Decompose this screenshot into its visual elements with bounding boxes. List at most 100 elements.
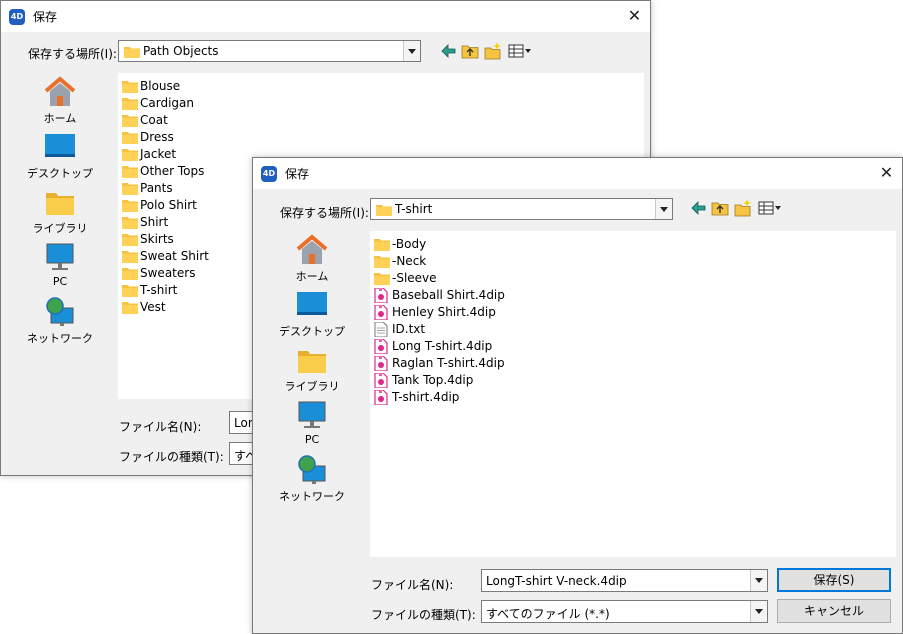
folder-icon bbox=[122, 98, 138, 110]
place-network[interactable]: ネットワーク bbox=[271, 454, 353, 506]
save-dialog-front: 4D 保存 ✕ 保存する場所(I): T-shirt ホーム デスクトップ ライ… bbox=[252, 157, 903, 634]
place-library[interactable]: ライブラリ bbox=[19, 186, 101, 238]
folder-icon bbox=[122, 115, 138, 127]
place-label: ホーム bbox=[43, 112, 77, 125]
folder-icon bbox=[374, 256, 390, 268]
place-label: PC bbox=[52, 275, 68, 288]
4dip-file-icon bbox=[374, 288, 388, 303]
list-item-label: Henley Shirt.4dip bbox=[392, 305, 496, 319]
desktop-icon bbox=[45, 134, 75, 157]
chevron-down-icon[interactable] bbox=[403, 41, 420, 61]
folder-icon bbox=[122, 302, 138, 314]
folder-icon bbox=[122, 217, 138, 229]
list-item-label: Jacket bbox=[140, 147, 177, 161]
folder-icon bbox=[122, 200, 138, 212]
filetype-label: ファイルの種類(T): bbox=[119, 450, 224, 464]
folder-icon bbox=[122, 183, 138, 195]
folder-icon bbox=[122, 132, 138, 144]
filename-field[interactable] bbox=[481, 569, 768, 592]
list-item-label: Shirt bbox=[140, 215, 169, 229]
up-folder-icon[interactable] bbox=[710, 198, 730, 218]
filetype-select[interactable]: すべてのファイル (*.*) bbox=[481, 600, 768, 623]
title-bar[interactable]: 4D 保存 ✕ bbox=[1, 1, 650, 32]
4dip-file-icon bbox=[374, 356, 388, 371]
list-item-label: Pants bbox=[140, 181, 173, 195]
folder-icon bbox=[122, 268, 138, 280]
cancel-button[interactable]: キャンセル bbox=[777, 599, 891, 623]
list-item-label: Tank Top.4dip bbox=[392, 373, 474, 387]
place-desktop[interactable]: デスクトップ bbox=[271, 289, 353, 341]
home-icon bbox=[296, 234, 328, 264]
place-network[interactable]: ネットワーク bbox=[19, 296, 101, 348]
location-combo[interactable]: T-shirt bbox=[370, 198, 673, 220]
place-label: デスクトップ bbox=[279, 325, 345, 338]
toolbar bbox=[439, 41, 539, 61]
folder-icon bbox=[122, 149, 138, 161]
4dip-file-icon bbox=[374, 390, 388, 405]
back-arrow-icon[interactable] bbox=[439, 41, 459, 61]
up-folder-icon[interactable] bbox=[460, 41, 480, 61]
place-label: ホーム bbox=[295, 270, 329, 283]
list-item-label: Long T-shirt.4dip bbox=[392, 339, 493, 353]
list-item-label: -Sleeve bbox=[392, 271, 437, 285]
location-label: 保存する場所(I): bbox=[280, 206, 369, 220]
chevron-down-icon[interactable] bbox=[750, 570, 767, 591]
list-item-label: Baseball Shirt.4dip bbox=[392, 288, 505, 302]
place-pc[interactable]: PC bbox=[271, 399, 353, 451]
pc-icon bbox=[46, 243, 74, 270]
place-home[interactable]: ホーム bbox=[271, 234, 353, 286]
list-item-label: T-shirt bbox=[140, 283, 178, 297]
folder-icon bbox=[122, 234, 138, 246]
window-title: 保存 bbox=[33, 10, 58, 24]
list-item-label: -Body bbox=[392, 237, 427, 251]
folder-icon bbox=[122, 166, 138, 178]
place-label: デスクトップ bbox=[27, 167, 93, 180]
list-item-label: Other Tops bbox=[140, 164, 205, 178]
save-button[interactable]: 保存(S) bbox=[777, 568, 891, 592]
chevron-down-icon[interactable] bbox=[750, 601, 767, 622]
filetype-label: ファイルの種類(T): bbox=[371, 608, 476, 622]
new-folder-icon[interactable] bbox=[483, 41, 503, 61]
list-item-label: Cardigan bbox=[140, 96, 194, 110]
place-library[interactable]: ライブラリ bbox=[271, 344, 353, 396]
filename-label: ファイル名(N): bbox=[119, 420, 202, 434]
list-item-label: Sweaters bbox=[140, 266, 196, 280]
title-bar[interactable]: 4D 保存 ✕ bbox=[253, 158, 902, 189]
4dip-file-icon bbox=[374, 373, 388, 388]
filename-label: ファイル名(N): bbox=[371, 578, 454, 592]
network-icon bbox=[46, 297, 74, 326]
filename-input[interactable] bbox=[482, 570, 749, 591]
list-item-label: Skirts bbox=[140, 232, 174, 246]
list-item-label: Polo Shirt bbox=[140, 198, 197, 212]
place-label: ネットワーク bbox=[279, 490, 345, 503]
folder-icon bbox=[122, 251, 138, 263]
library-icon bbox=[298, 351, 326, 373]
filetype-value: すべてのファイル (*.*) bbox=[486, 607, 610, 621]
list-item-label: Vest bbox=[140, 300, 166, 314]
place-home[interactable]: ホーム bbox=[19, 76, 101, 128]
place-label: ネットワーク bbox=[27, 332, 93, 345]
chevron-down-icon[interactable] bbox=[655, 199, 672, 219]
view-menu-icon[interactable] bbox=[507, 41, 533, 61]
folder-icon bbox=[374, 273, 390, 285]
folder-icon bbox=[122, 81, 138, 93]
back-arrow-icon[interactable] bbox=[689, 198, 709, 218]
library-icon bbox=[46, 193, 74, 215]
view-menu-icon[interactable] bbox=[757, 198, 783, 218]
close-button[interactable]: ✕ bbox=[619, 1, 650, 32]
close-button[interactable]: ✕ bbox=[871, 158, 902, 189]
place-desktop[interactable]: デスクトップ bbox=[19, 131, 101, 183]
file-list[interactable]: -Body -Neck -Sleeve Baseball Shirt.4dip Henl… bbox=[370, 231, 896, 557]
folder-icon bbox=[376, 205, 392, 216]
list-item-label: Coat bbox=[140, 113, 168, 127]
text-file-icon bbox=[374, 322, 388, 337]
location-combo[interactable]: Path Objects bbox=[118, 40, 421, 62]
list-item-label: ID.txt bbox=[392, 322, 426, 336]
new-folder-icon[interactable] bbox=[733, 198, 753, 218]
place-pc[interactable]: PC bbox=[19, 241, 101, 293]
place-label: PC bbox=[304, 433, 320, 446]
location-value: T-shirt bbox=[395, 202, 433, 216]
app-4d-icon: 4D bbox=[9, 9, 25, 25]
4dip-file-icon bbox=[374, 305, 388, 320]
location-label: 保存する場所(I): bbox=[28, 47, 117, 61]
